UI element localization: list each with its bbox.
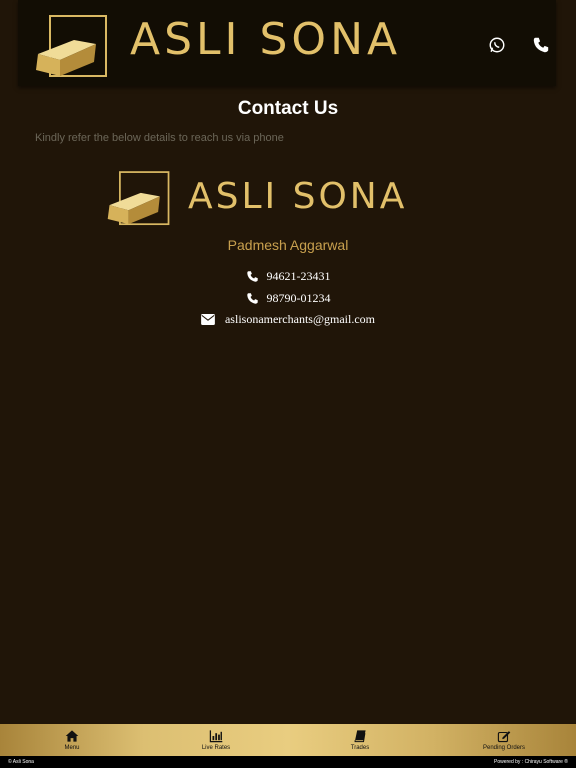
gold-bar-logo-icon: [107, 171, 170, 226]
contact-name: Padmesh Aggarwal: [227, 237, 349, 253]
tab-label: Pending Orders: [482, 745, 526, 751]
tab-pending-orders[interactable]: Pending Orders: [432, 724, 576, 756]
phone-number: 94621-23431: [266, 269, 331, 283]
contact-phone-1[interactable]: 94621-23431: [0, 269, 576, 284]
copyright-text: © Asli Sona: [8, 759, 34, 765]
email-address: aslisonamerchants@gmail.com: [224, 312, 375, 326]
phone-icon: [246, 271, 258, 282]
phone-number: 98790-01234: [266, 291, 331, 305]
phone-icon: [246, 293, 258, 304]
tab-label: Menu: [64, 745, 80, 751]
phone-icon[interactable]: [532, 36, 550, 54]
page-subtitle: Kindly refer the below details to reach …: [35, 132, 284, 144]
book-icon: [354, 730, 366, 743]
tab-label: Live Rates: [201, 745, 231, 751]
tab-trades[interactable]: Trades: [288, 724, 432, 756]
tab-label: Trades: [350, 745, 370, 751]
powered-by-text: Powered by : Chirayu Software ®: [494, 759, 568, 765]
home-icon: [65, 730, 79, 742]
tab-live-rates[interactable]: Live Rates: [144, 724, 288, 756]
app-header: ASLI SONA: [18, 0, 556, 86]
whatsapp-icon[interactable]: [488, 36, 506, 54]
page-title: Contact Us: [237, 98, 339, 119]
contact-phone-2[interactable]: 98790-01234: [0, 291, 576, 306]
contact-email[interactable]: aslisonamerchants@gmail.com: [0, 312, 576, 327]
brand-title: ASLI SONA: [130, 14, 402, 65]
edit-icon: [497, 731, 511, 743]
gold-bar-logo-icon: [36, 15, 107, 77]
bar-chart-icon: [209, 730, 223, 743]
app-footer: © Asli Sona Powered by : Chirayu Softwar…: [0, 756, 576, 768]
tab-menu[interactable]: Menu: [0, 724, 144, 756]
contact-brand-title: ASLI SONA: [188, 176, 408, 217]
envelope-icon: [201, 314, 215, 325]
bottom-tab-bar: Menu Live Rates Trades Pending Orders: [0, 724, 576, 756]
